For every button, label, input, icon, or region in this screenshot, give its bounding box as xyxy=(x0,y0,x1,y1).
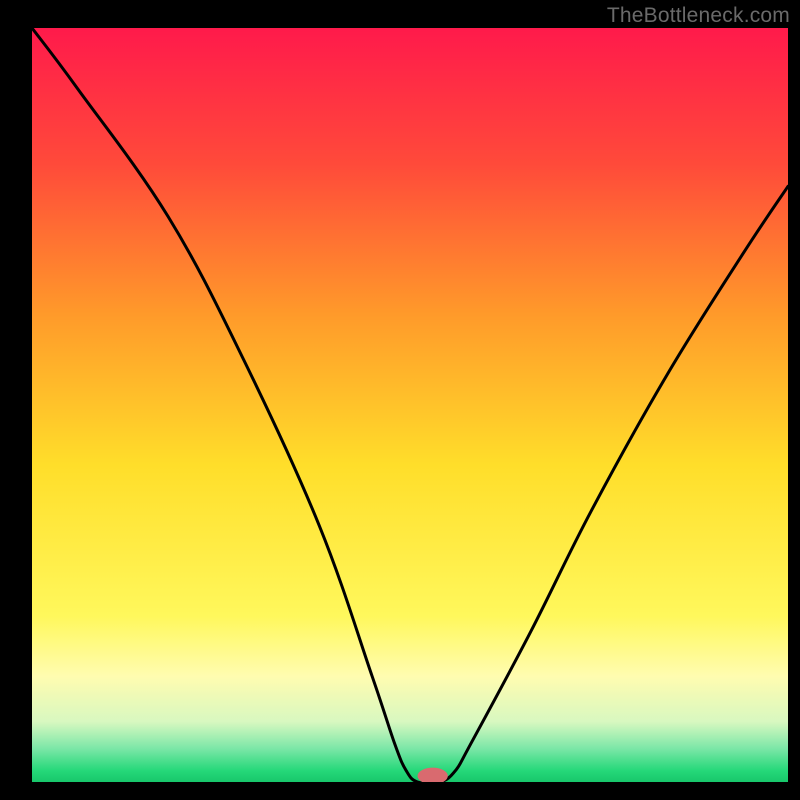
gradient-background xyxy=(32,28,788,782)
chart-frame: TheBottleneck.com xyxy=(0,0,800,800)
watermark-label: TheBottleneck.com xyxy=(607,4,790,28)
plot-area xyxy=(32,28,788,782)
bottleneck-chart xyxy=(32,28,788,782)
